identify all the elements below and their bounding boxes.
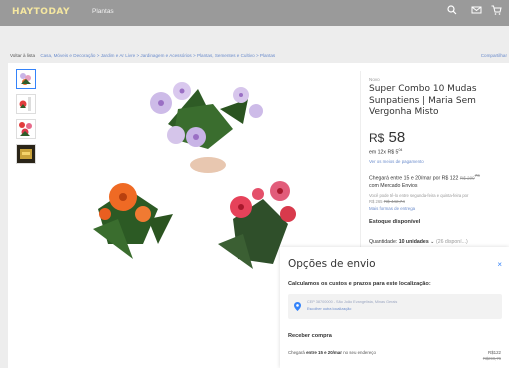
close-icon[interactable]: × bbox=[497, 260, 502, 269]
product-title: Super Combo 10 Mudas Sunpatiens | Maria … bbox=[369, 84, 477, 117]
chevron-down-icon[interactable]: ⌄ bbox=[430, 239, 434, 245]
quantity-value[interactable]: 10 unidades bbox=[399, 239, 429, 245]
product-info-panel: Novo Super Combo 10 Mudas Sunpatiens | M… bbox=[360, 71, 506, 271]
thumbnail-2[interactable] bbox=[16, 94, 36, 114]
receive-suffix: no seu endereço bbox=[343, 350, 376, 355]
receive-option[interactable]: Chegará entre 15 e 20/mar no seu endereç… bbox=[288, 350, 376, 355]
receive-dates: entre 15 e 20/mar bbox=[306, 350, 342, 355]
delivery-old-price: R$ 299 bbox=[459, 175, 475, 181]
lilac-flower-plant bbox=[150, 82, 263, 173]
cart-icon[interactable] bbox=[490, 5, 502, 17]
quantity-selector[interactable]: Quantidade: 10 unidades ⌄ (26 disponí...… bbox=[369, 239, 506, 245]
receive-price-old: R$299,76 bbox=[482, 356, 501, 361]
thumbnail-list bbox=[16, 69, 38, 169]
change-location-link[interactable]: Escolher outra localização bbox=[307, 307, 351, 311]
delivery-old-cents: 76 bbox=[474, 173, 480, 179]
mail-icon[interactable] bbox=[470, 5, 482, 17]
delivery-suffix: com Mercado Envios bbox=[369, 183, 418, 190]
quantity-available: (26 disponí...) bbox=[435, 238, 468, 245]
share-link[interactable]: Compartilhar bbox=[481, 53, 507, 58]
quantity-label: Quantidade: bbox=[369, 238, 398, 245]
orange-flower-plant bbox=[93, 183, 173, 259]
thumbnail-1[interactable] bbox=[16, 69, 36, 89]
price: R$ 58 bbox=[369, 129, 506, 146]
receive-heading: Receber compra bbox=[288, 333, 332, 339]
alt-delivery-price: R$ 265 bbox=[369, 198, 383, 204]
price-currency: R$ bbox=[369, 130, 385, 145]
location-address: CEP 38700000 - São João Evangelista, Min… bbox=[307, 300, 398, 304]
receive-prefix: Chegará bbox=[288, 350, 305, 355]
shipping-options-modal: Opções de envio × Calculamos os custos e… bbox=[280, 247, 509, 368]
thumbnail-3[interactable] bbox=[16, 119, 36, 139]
location-box[interactable]: CEP 38700000 - São João Evangelista, Min… bbox=[288, 294, 502, 319]
payment-methods-link[interactable]: Ver os meios de pagamento bbox=[369, 159, 506, 164]
site-logo[interactable]: HAYTODAY bbox=[12, 7, 70, 17]
search-icon[interactable] bbox=[446, 5, 458, 17]
modal-title: Opções de envio bbox=[288, 258, 376, 270]
receive-price: R$122 R$299,76 bbox=[483, 350, 501, 362]
alt-delivery-text: Você pode tê-lo entre segunda-feira e qu… bbox=[369, 192, 469, 198]
top-header: HAYTODAY Plantas bbox=[0, 0, 509, 26]
back-to-list-link[interactable]: Voltar à lista bbox=[10, 53, 35, 58]
breadcrumb-path[interactable]: Casa, Móveis e Decoração > Jardim e Ar L… bbox=[40, 53, 275, 58]
installments: em 12x R$ 504 bbox=[369, 148, 506, 156]
installments-prefix: em 12x R$ bbox=[369, 149, 395, 156]
thumbnail-4[interactable] bbox=[16, 144, 36, 164]
product-main-image[interactable] bbox=[48, 69, 348, 274]
more-delivery-link[interactable]: Mais formas de entrega bbox=[369, 206, 506, 211]
delivery-prefix: Chegará entre 15 e 20/mar por R$ bbox=[369, 175, 449, 182]
delivery-estimate: Chegará entre 15 e 20/mar por R$ 122 R$ … bbox=[369, 172, 506, 191]
alt-delivery-old-price: R$ 442,74 bbox=[383, 198, 405, 204]
breadcrumb: Voltar à lista Casa, Móveis e Decoração … bbox=[10, 53, 275, 58]
nav-link-plantas[interactable]: Plantas bbox=[92, 8, 114, 15]
price-value: 58 bbox=[388, 128, 406, 146]
alt-delivery: Você pode tê-lo entre segunda-feira e qu… bbox=[369, 193, 506, 205]
condition-label: Novo bbox=[369, 77, 380, 82]
location-pin-icon bbox=[294, 302, 301, 311]
stock-status: Estoque disponível bbox=[369, 218, 421, 225]
installments-cents: 04 bbox=[398, 147, 403, 152]
modal-subtitle: Calculamos os custos e prazos para este … bbox=[288, 281, 431, 287]
delivery-price: 122 bbox=[449, 175, 459, 182]
